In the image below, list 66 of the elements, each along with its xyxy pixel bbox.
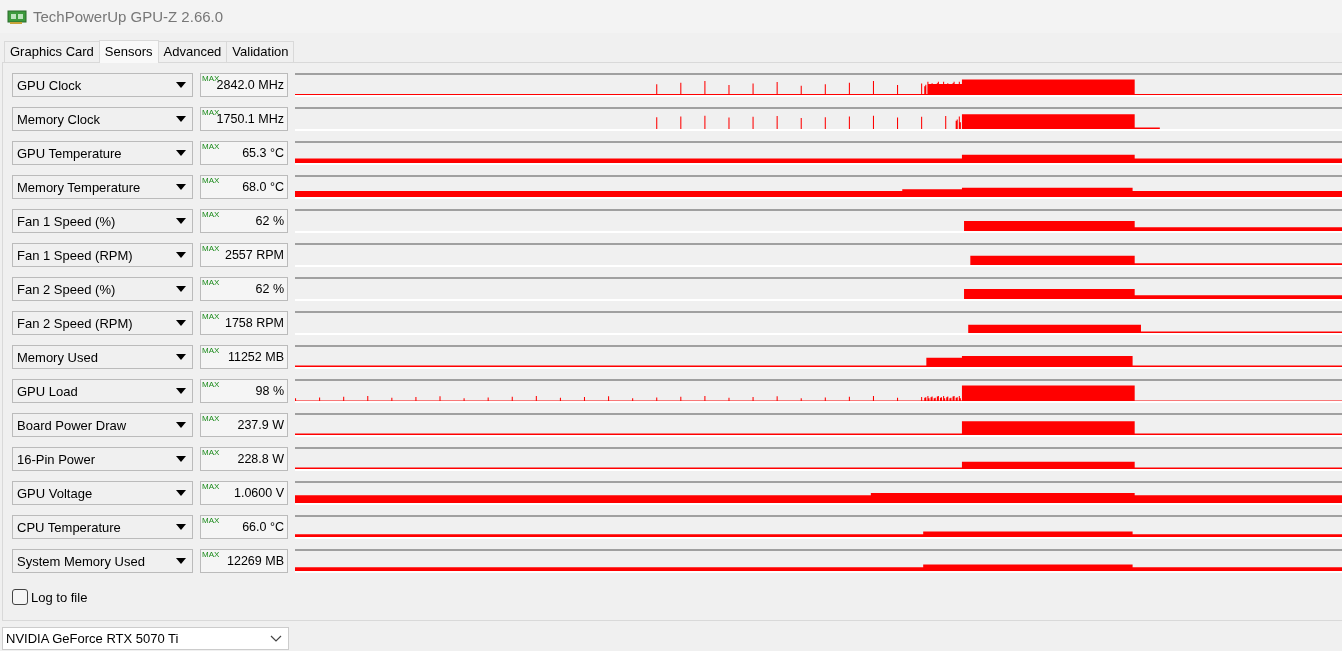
caret-icon [176, 422, 186, 428]
sensor-value: 12269 MB [227, 554, 284, 568]
chevron-icon [270, 635, 282, 642]
max-label: MAX [202, 244, 220, 253]
sensor-value: 66.0 °C [242, 520, 284, 534]
max-label: MAX [202, 176, 220, 185]
gpu-dropdown[interactable]: NVIDIA GeForce RTX 5070 Ti [2, 627, 289, 650]
caret-icon [176, 524, 186, 530]
sensor-value: 228.8 W [237, 452, 284, 466]
caret-icon [176, 320, 186, 326]
window-title: TechPowerUp GPU-Z 2.66.0 [33, 8, 224, 25]
max-label: MAX [202, 414, 220, 423]
sensor-dropdown[interactable]: GPU Load [12, 379, 193, 403]
sensor-value: 1.0600 V [233, 486, 284, 500]
sensor-value: 62 % [255, 214, 284, 228]
caret-icon [176, 490, 186, 496]
sensor-value: 237.9 W [237, 418, 284, 432]
tab[interactable]: Sensors [98, 40, 159, 63]
sensor-dropdown[interactable]: GPU Temperature [12, 141, 193, 165]
sensor-value: 1758 RPM [224, 316, 284, 330]
max-label: MAX [202, 482, 220, 491]
caret-icon [176, 286, 186, 292]
tab[interactable]: Graphics Card [4, 41, 100, 62]
sensor-dropdown[interactable]: Memory Temperature [12, 175, 193, 199]
max-label: MAX [202, 210, 220, 219]
max-label: MAX [202, 380, 220, 389]
caret-icon [176, 82, 186, 88]
max-label: MAX [202, 516, 220, 525]
sensor-value: 11252 MB [227, 350, 284, 364]
caret-icon [176, 218, 186, 224]
sensor-dropdown[interactable]: System Memory Used [12, 549, 193, 573]
tab[interactable]: Validation [226, 41, 295, 62]
caret-icon [176, 354, 186, 360]
caret-icon [176, 388, 186, 394]
max-label: MAX [202, 346, 220, 355]
sensor-value: 62 % [255, 282, 284, 296]
sensor-dropdown[interactable]: Fan 2 Speed (%) [12, 277, 193, 301]
caret-icon [176, 558, 186, 564]
sensor-value: 68.0 °C [242, 180, 284, 194]
caret-icon [176, 116, 186, 122]
sensor-value: 2557 RPM [224, 248, 284, 262]
sensor-value: 98 % [255, 384, 284, 398]
caret-icon [176, 150, 186, 156]
caret-icon [176, 456, 186, 462]
max-label: MAX [202, 448, 220, 457]
sensor-dropdown[interactable]: CPU Temperature [12, 515, 193, 539]
caret-icon [176, 252, 186, 258]
checkbox-label: Log to file [31, 589, 88, 605]
graphics-card-icon [7, 8, 27, 25]
sensor-dropdown[interactable]: GPU Clock [12, 73, 193, 97]
caret-icon [176, 184, 186, 190]
max-label: MAX [202, 312, 220, 321]
max-label: MAX [202, 142, 220, 151]
log-to-file-checkbox[interactable]: Log to file [12, 589, 88, 605]
max-label: MAX [202, 278, 220, 287]
sensor-dropdown[interactable]: Memory Clock [12, 107, 193, 131]
sensor-dropdown[interactable]: Fan 1 Speed (RPM) [12, 243, 193, 267]
sensor-dropdown[interactable]: Fan 1 Speed (%) [12, 209, 193, 233]
checkbox[interactable] [12, 589, 28, 605]
sensor-dropdown[interactable]: Memory Used [12, 345, 193, 369]
sensor-dropdown[interactable]: Board Power Draw [12, 413, 193, 437]
sensor-dropdown[interactable]: 16-Pin Power [12, 447, 193, 471]
sensor-value: 65.3 °C [242, 146, 284, 160]
sensor-dropdown[interactable]: GPU Voltage [12, 481, 193, 505]
sensor-dropdown[interactable]: Fan 2 Speed (RPM) [12, 311, 193, 335]
max-label: MAX [202, 550, 220, 559]
